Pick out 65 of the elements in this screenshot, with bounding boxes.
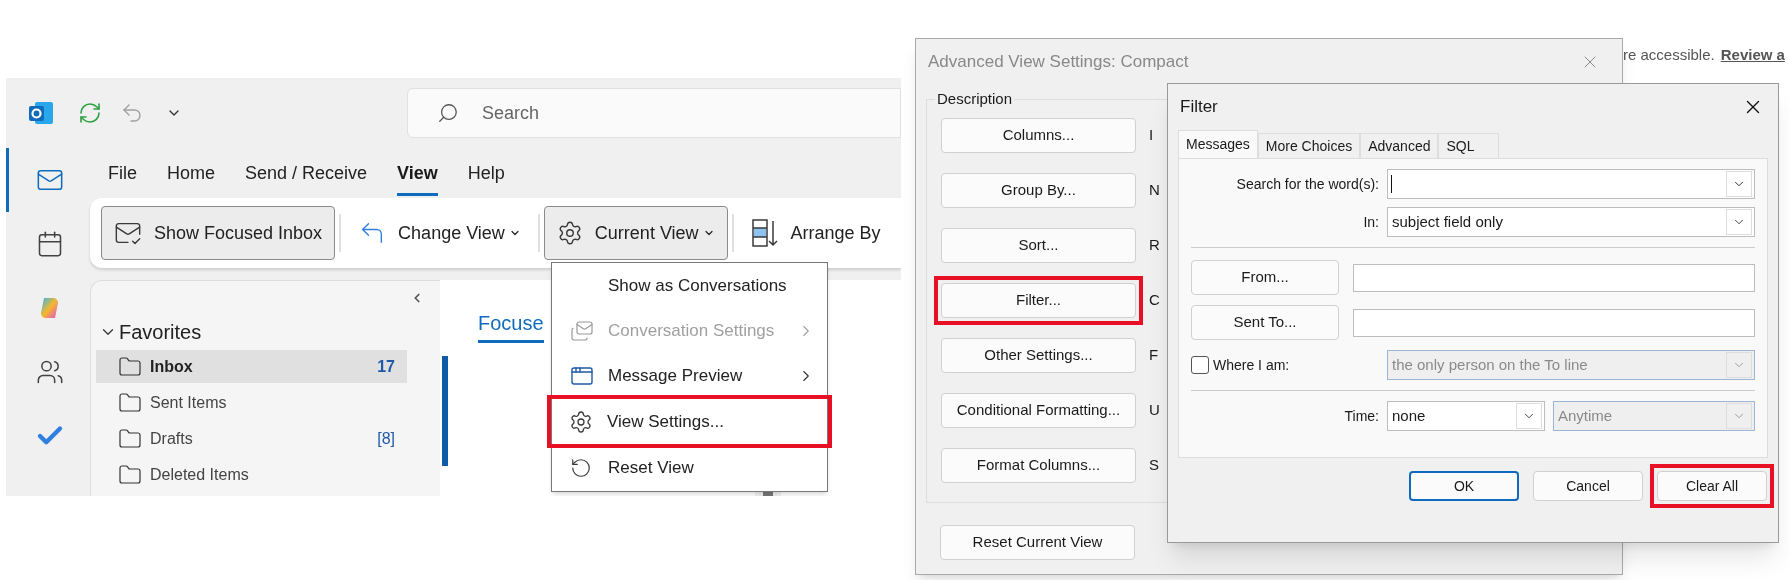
field-label: Time: [1343, 406, 1379, 426]
menu-item[interactable]: Show as Conversations [552, 263, 827, 308]
menu-tab[interactable]: File [108, 160, 137, 196]
dialog-tab[interactable]: Messages [1178, 130, 1258, 158]
folder-icon [118, 462, 142, 487]
gear-icon [569, 409, 593, 434]
description-label: R [1149, 235, 1160, 256]
search-field[interactable]: Search [407, 88, 901, 138]
tab-label[interactable]: Focuse [478, 312, 544, 343]
checkbox-label: Where I am: [1213, 355, 1290, 375]
menu-tab[interactable]: Help [467, 160, 505, 196]
menu-item[interactable]: Reset View [552, 445, 827, 490]
description-label: S [1149, 455, 1159, 476]
folder-name: Sent Items [150, 392, 228, 413]
gear-icon [556, 220, 583, 246]
dialog-title: Advanced View Settings: Compact [928, 51, 1190, 74]
dropdown-field[interactable]: none [1387, 401, 1545, 431]
notice-text: re accessible. [1623, 45, 1715, 65]
ribbon-button[interactable]: Show Focused Inbox [101, 206, 336, 260]
review-link[interactable]: Review a [1720, 44, 1785, 67]
menu-item[interactable]: Message Preview [552, 353, 827, 398]
description-label: C [1149, 290, 1160, 311]
dialog-tab[interactable]: More Choices [1257, 133, 1361, 158]
folder-icon [118, 354, 142, 379]
dialog-tab[interactable]: SQL [1438, 133, 1500, 158]
menu-tab[interactable]: Send / Receive [245, 160, 368, 196]
group-label: Favorites [119, 320, 202, 345]
description-label: U [1149, 400, 1160, 421]
folder-name: Drafts [150, 428, 194, 449]
field-label: In: [1362, 212, 1379, 232]
sync-icon[interactable] [78, 101, 102, 125]
search-icon [437, 102, 459, 124]
dialog-title: Filter [1180, 96, 1219, 119]
unread-count: 17 [377, 356, 395, 377]
menu-item[interactable]: View Settings... [551, 399, 828, 444]
envelopes-icon [570, 318, 594, 343]
menu-tab[interactable]: Home [167, 160, 216, 196]
description-label: I [1149, 125, 1154, 146]
dialog-button[interactable]: Filter... [934, 276, 1143, 325]
folder-item[interactable]: Deleted Items [96, 458, 407, 491]
folder-item[interactable]: Drafts [8] [96, 422, 407, 455]
sort-list-icon [750, 218, 779, 248]
people-icon[interactable] [35, 358, 64, 386]
dialog-button[interactable]: Clear All [1650, 464, 1774, 508]
dialog-tab[interactable]: Advanced [1360, 133, 1439, 158]
app-logo-icon[interactable] [27, 99, 55, 127]
folder-item[interactable]: Inbox 17 [96, 350, 407, 383]
folder-icon [118, 390, 142, 415]
description-label: N [1149, 180, 1160, 201]
field-label: Search for the word(s): [1235, 174, 1379, 194]
folder-item[interactable]: Sent Items [96, 386, 407, 419]
undo-icon [570, 456, 592, 479]
dialog-button[interactable]: Reset Current View [940, 525, 1135, 560]
folder-name: Inbox [150, 356, 194, 377]
dropdown-field[interactable]: subject field only [1387, 207, 1755, 237]
search-words-field[interactable] [1387, 169, 1755, 199]
from-field[interactable] [1353, 263, 1755, 292]
dialog-button[interactable]: From... [1191, 260, 1339, 295]
ribbon-button[interactable]: Current View [543, 206, 728, 260]
description-label: F [1149, 345, 1159, 366]
sent-to-field[interactable] [1353, 308, 1755, 337]
unread-count: [8] [377, 428, 395, 449]
dialog-button[interactable]: Sent To... [1191, 305, 1339, 340]
folder-icon [118, 426, 142, 451]
folder-name: Deleted Items [150, 464, 250, 485]
